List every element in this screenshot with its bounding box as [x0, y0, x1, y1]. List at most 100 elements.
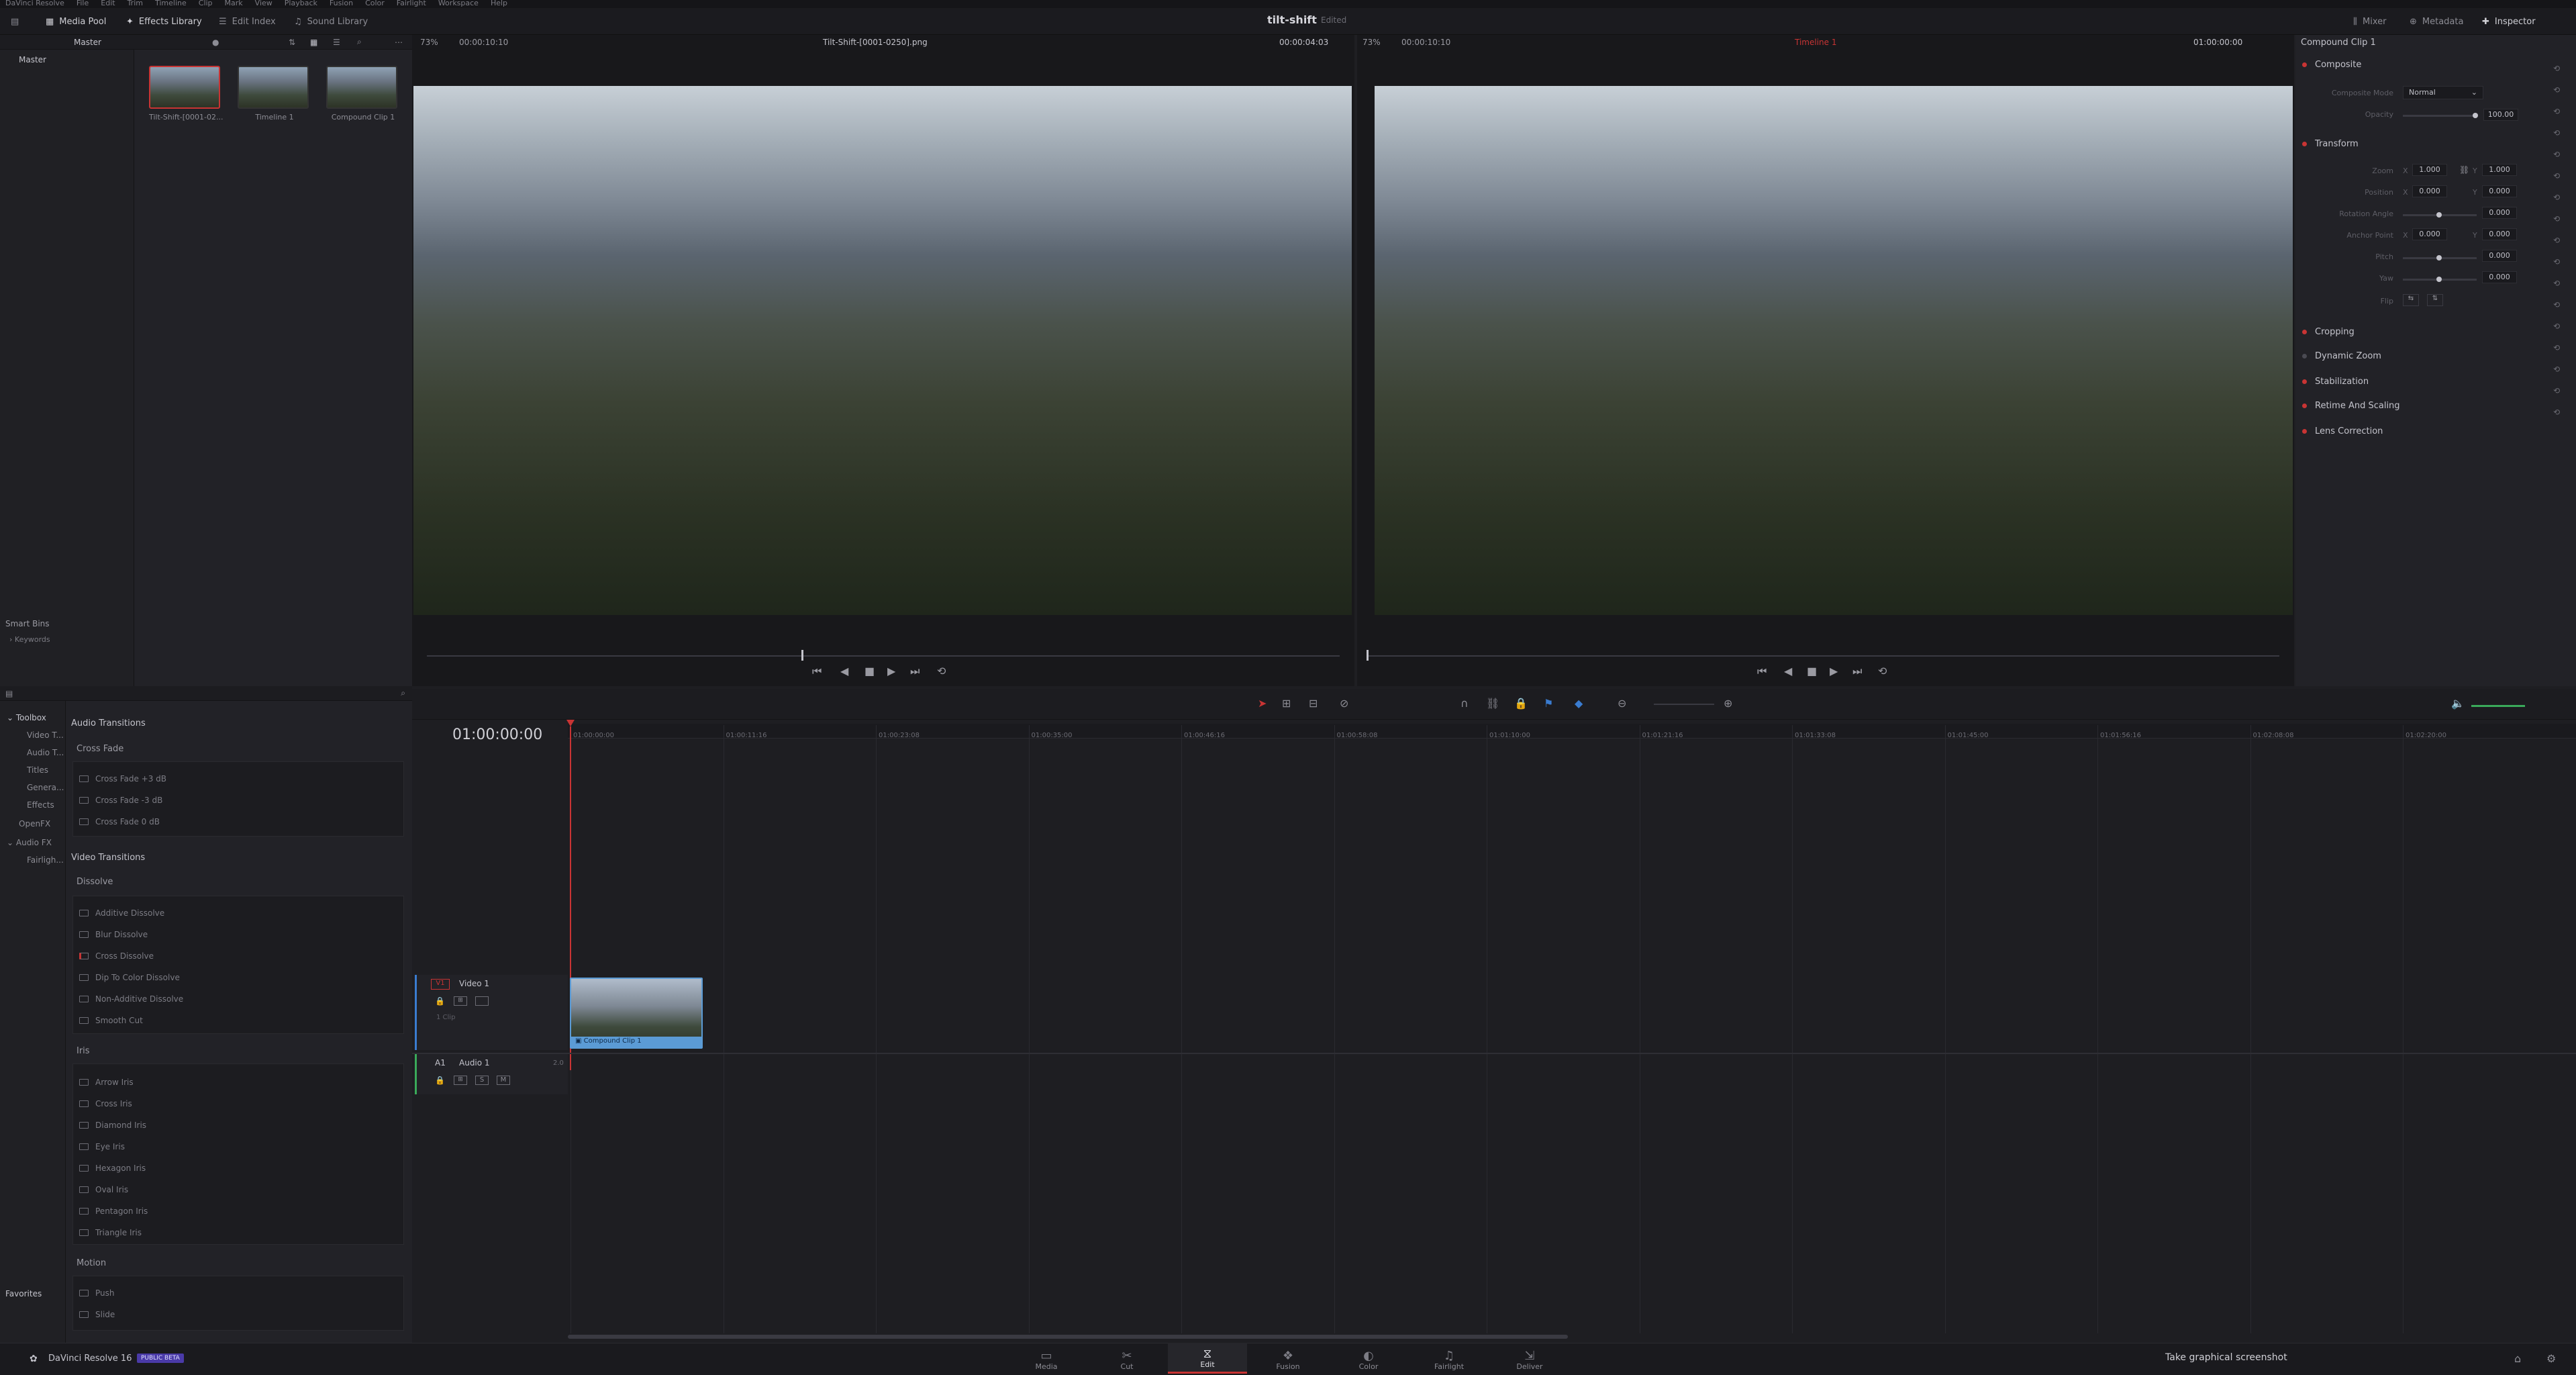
- panel-toggle-icon[interactable]: ▤: [5, 689, 13, 698]
- speaker-icon[interactable]: 🔈: [2451, 697, 2465, 710]
- pitch-knob[interactable]: [2436, 255, 2442, 260]
- audio-track-name[interactable]: Audio 1: [459, 1058, 490, 1068]
- tree-openfx[interactable]: OpenFX: [19, 819, 50, 828]
- zoom-in-icon[interactable]: ⊕: [1724, 697, 1732, 710]
- zoom-y-field[interactable]: 1.000: [2482, 164, 2517, 176]
- menu-item[interactable]: Fairlight: [397, 0, 426, 8]
- flag-icon[interactable]: ⚑: [1544, 697, 1553, 710]
- play-reverse-icon[interactable]: ◀: [840, 665, 848, 677]
- search-icon[interactable]: ⌕: [401, 688, 405, 698]
- snapping-icon[interactable]: ∩: [1460, 697, 1469, 710]
- more-icon[interactable]: ⋯: [395, 38, 403, 47]
- page-button-edit[interactable]: ⧖ Edit: [1168, 1343, 1247, 1374]
- link-icon[interactable]: ⛓: [2459, 165, 2469, 175]
- metadata-button[interactable]: ⊕ Metadata: [2403, 13, 2470, 30]
- pitch-field[interactable]: 0.000: [2482, 250, 2517, 262]
- fx-item[interactable]: Cross Dissolve: [79, 949, 154, 963]
- fx-item[interactable]: Eye Iris: [79, 1140, 125, 1153]
- play-icon[interactable]: ▶: [1830, 665, 1838, 677]
- go-to-start-icon[interactable]: ⏮: [1757, 665, 1767, 678]
- page-button-fairlight[interactable]: ♫ Fairlight: [1409, 1343, 1489, 1374]
- fx-item[interactable]: Smooth Cut: [79, 1014, 143, 1027]
- video-track-name[interactable]: Video 1: [459, 979, 489, 988]
- menu-item[interactable]: View: [255, 0, 273, 8]
- fx-item[interactable]: Cross Fade +3 dB: [79, 772, 166, 786]
- zoom-out-icon[interactable]: ⊖: [1618, 697, 1626, 710]
- fx-item[interactable]: Additive Dissolve: [79, 906, 164, 920]
- timeline-playhead[interactable]: [1367, 650, 1369, 661]
- video-track-id[interactable]: V1: [431, 979, 450, 990]
- clip-thumb-tilt-shift[interactable]: Tilt-Shift-[0001-02...: [149, 66, 223, 122]
- grid-view-icon[interactable]: ▦: [310, 38, 317, 47]
- menu-item[interactable]: File: [77, 0, 89, 8]
- go-to-end-icon[interactable]: ⏭: [910, 665, 920, 678]
- sort-icon[interactable]: ⇅: [289, 38, 295, 47]
- fx-item[interactable]: Cross Iris: [79, 1097, 132, 1110]
- enable-dot[interactable]: [2302, 379, 2307, 384]
- link-icon[interactable]: ⛓: [1486, 697, 1499, 710]
- lens-correction-section[interactable]: Lens Correction: [2302, 424, 2383, 438]
- menu-item[interactable]: Trim: [128, 0, 143, 8]
- transform-section[interactable]: Transform: [2302, 137, 2359, 150]
- flip-vertical-icon[interactable]: ⇅: [2427, 294, 2443, 306]
- enable-dot[interactable]: [2302, 403, 2307, 408]
- dynamic-trim-icon[interactable]: ⊟: [1309, 697, 1318, 710]
- fx-item[interactable]: Dip To Color Dissolve: [79, 971, 180, 984]
- dynamic-zoom-section[interactable]: Dynamic Zoom: [2302, 349, 2381, 363]
- page-button-deliver[interactable]: ⇲ Deliver: [1490, 1343, 1569, 1374]
- rotation-knob[interactable]: [2436, 212, 2442, 218]
- play-icon[interactable]: ▶: [887, 665, 895, 677]
- zoom-slider[interactable]: [1654, 704, 1714, 705]
- retime-scaling-section[interactable]: Retime And Scaling: [2302, 399, 2400, 412]
- play-reverse-icon[interactable]: ◀: [1784, 665, 1792, 677]
- solo-button[interactable]: S: [475, 1076, 489, 1085]
- fx-item[interactable]: Non-Additive Dissolve: [79, 992, 183, 1006]
- mute-button[interactable]: M: [497, 1076, 510, 1085]
- enable-dot[interactable]: [2302, 62, 2307, 67]
- fx-item[interactable]: Blur Dissolve: [79, 928, 148, 941]
- source-playhead[interactable]: [801, 650, 803, 661]
- fx-item[interactable]: Hexagon Iris: [79, 1161, 146, 1175]
- tree-generators[interactable]: Genera...: [27, 783, 64, 792]
- page-button-cut[interactable]: ✂ Cut: [1087, 1343, 1167, 1374]
- sound-library-button[interactable]: ♫ Sound Library: [287, 13, 375, 30]
- clip-thumb-timeline-1[interactable]: Timeline 1: [238, 66, 311, 122]
- volume-slider[interactable]: [2471, 705, 2525, 707]
- flip-horizontal-icon[interactable]: ⇆: [2403, 294, 2419, 306]
- stop-icon[interactable]: ■: [1807, 665, 1817, 677]
- menu-item[interactable]: Edit: [101, 0, 115, 8]
- menu-item[interactable]: Fusion: [330, 0, 353, 8]
- menu-item[interactable]: Help: [491, 0, 507, 8]
- inspector-button[interactable]: ✚ Inspector: [2475, 13, 2542, 30]
- timeline-scrubber[interactable]: [1367, 655, 2279, 657]
- menu-item[interactable]: Playback: [285, 0, 317, 8]
- selection-tool-icon[interactable]: ➤: [1258, 697, 1267, 710]
- search-icon[interactable]: ⌕: [357, 37, 362, 47]
- fx-item[interactable]: Cross Fade 0 dB: [79, 815, 160, 828]
- page-button-fusion[interactable]: ❖ Fusion: [1248, 1343, 1328, 1374]
- tree-video-transitions[interactable]: Video T...: [27, 730, 64, 740]
- go-to-end-icon[interactable]: ⏭: [1852, 665, 1862, 678]
- fx-item[interactable]: Slide: [79, 1308, 115, 1321]
- track-lock-icon[interactable]: 🔒: [435, 1076, 445, 1085]
- effects-library-button[interactable]: ✦ Effects Library: [119, 13, 209, 30]
- bin-selector[interactable]: Master: [74, 38, 101, 47]
- loop-icon[interactable]: ⟲: [1878, 665, 1887, 677]
- timeline-zoom[interactable]: 73%: [1363, 38, 1381, 47]
- gear-icon[interactable]: ⚙: [2546, 1352, 2556, 1365]
- page-button-media[interactable]: ▭ Media: [1007, 1343, 1086, 1374]
- blade-tool-icon[interactable]: ⊘: [1340, 697, 1348, 710]
- stop-icon[interactable]: ■: [864, 665, 875, 677]
- timeline-name[interactable]: Timeline 1: [1795, 38, 1836, 47]
- fx-item[interactable]: Arrow Iris: [79, 1076, 134, 1089]
- marker-icon[interactable]: ◆: [1575, 697, 1583, 710]
- stabilization-section[interactable]: Stabilization: [2302, 375, 2369, 388]
- audio-track-id[interactable]: A1: [435, 1058, 446, 1068]
- clip-thumb-compound-clip[interactable]: Compound Clip 1: [326, 66, 400, 122]
- go-to-start-icon[interactable]: ⏮: [812, 665, 822, 678]
- opacity-slider[interactable]: [2403, 115, 2477, 117]
- enable-dot[interactable]: [2302, 353, 2307, 359]
- fx-item[interactable]: Diamond Iris: [79, 1119, 146, 1132]
- rotation-field[interactable]: 0.000: [2482, 207, 2517, 219]
- fx-item[interactable]: Triangle Iris: [79, 1226, 142, 1239]
